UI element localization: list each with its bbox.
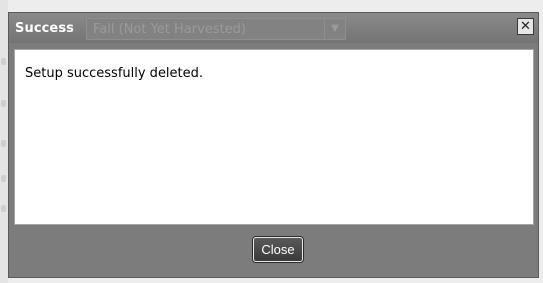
close-button[interactable]: Close xyxy=(253,237,303,262)
success-dialog: Success Fall (Not Yet Harvested) ▼ ✕ Set… xyxy=(8,12,539,278)
background-mark xyxy=(1,100,6,107)
background-edge xyxy=(0,0,8,283)
background-mark xyxy=(1,205,6,212)
background-mark xyxy=(1,175,6,182)
background-select-text: Fall (Not Yet Harvested) xyxy=(93,22,246,37)
background-mark xyxy=(1,140,6,147)
background-mark xyxy=(1,58,6,65)
close-icon[interactable]: ✕ xyxy=(517,18,534,35)
dialog-titlebar[interactable]: Success Fall (Not Yet Harvested) ▼ ✕ xyxy=(9,13,538,43)
dialog-footer: Close xyxy=(9,227,538,279)
chevron-down-icon: ▼ xyxy=(324,19,345,39)
dialog-message: Setup successfully deleted. xyxy=(25,66,204,81)
dialog-content: Setup successfully deleted. xyxy=(14,49,534,225)
background-season-select: Fall (Not Yet Harvested) ▼ xyxy=(86,18,346,40)
dialog-title: Success xyxy=(15,21,75,36)
